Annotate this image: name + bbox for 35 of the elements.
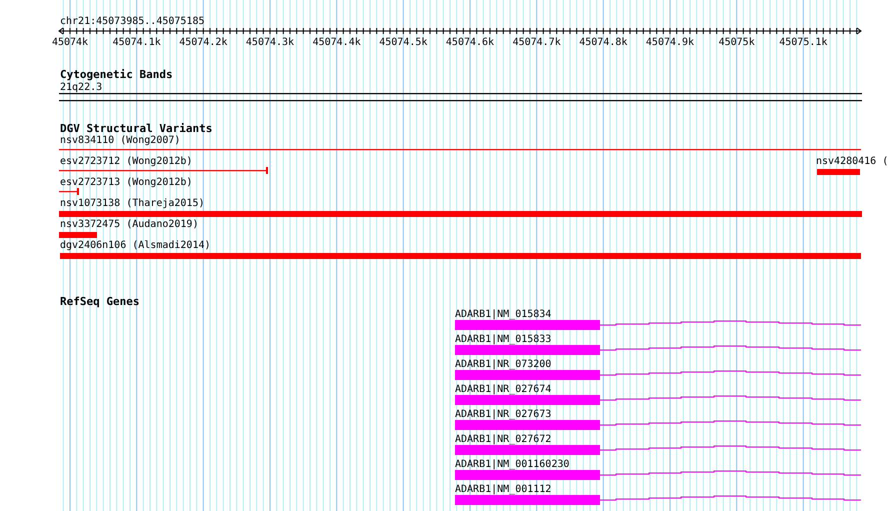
feature-label: ADARB1|NR_027672 [455, 434, 552, 445]
tick-label: 45074.4k [312, 37, 361, 48]
band-label: 21q22.3 [60, 82, 102, 93]
feature-label: ADARB1|NR_073200 [455, 359, 552, 370]
track-title: RefSeq Genes [60, 295, 140, 308]
feature-label: ADARB1|NM_001160230 [455, 459, 570, 470]
feature-label: ADARB1|NR_027673 [455, 409, 552, 420]
feature-label: nsv4280416 ( [816, 156, 888, 167]
tick-label: 45074.7k [512, 37, 561, 48]
region-label: chr21:45073985..45075185 [60, 16, 204, 27]
track-title: DGV Structural Variants [60, 122, 212, 135]
feature-label: nsv3372475 (Audano2019) [60, 219, 198, 230]
feature-label: ADARB1|NR_027674 [455, 384, 552, 395]
feature-label: esv2723712 (Wong2012b) [60, 156, 192, 167]
variant-bar [59, 232, 97, 238]
variant-bar [817, 169, 860, 175]
tick-label: 45075.1k [779, 37, 828, 48]
tick-label: 45074.2k [179, 37, 228, 48]
feature-label: ADARB1|NM_015834 [455, 309, 552, 320]
tick-label: 45074.1k [112, 37, 161, 48]
tick-label: 45074.3k [246, 37, 294, 48]
feature-label: dgv2406n106 (Alsmadi2014) [60, 240, 211, 251]
feature-label: ADARB1|NM_001112 [455, 484, 552, 495]
variant-line [59, 188, 79, 195]
tick-label: 45074.5k [379, 37, 428, 48]
feature-label: ADARB1|NM_015833 [455, 334, 552, 345]
feature-label: esv2723713 (Wong2012b) [60, 177, 192, 188]
feature-label: nsv834110 (Wong2007) [60, 135, 180, 146]
tick-label: 45074.9k [646, 37, 694, 48]
tick-label: 45074.6k [446, 37, 494, 48]
tick-label: 45074.8k [579, 37, 628, 48]
track-title: Cytogenetic Bands [60, 68, 173, 81]
tick-label: 45074k [52, 37, 88, 48]
tick-label: 45075k [718, 37, 755, 48]
feature-label: nsv1073138 (Thareja2015) [60, 198, 204, 209]
